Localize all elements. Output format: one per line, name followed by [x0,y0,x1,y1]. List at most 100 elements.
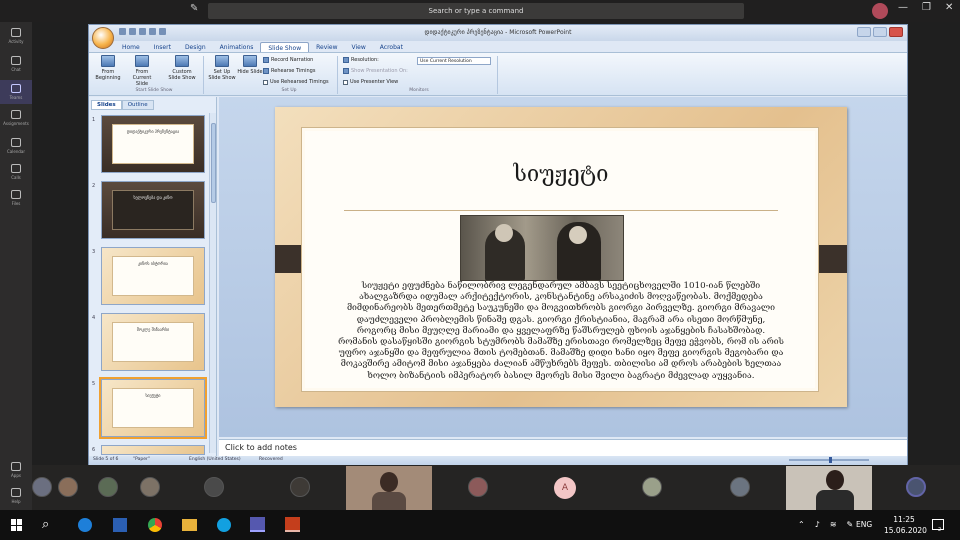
edge-icon[interactable] [78,518,92,532]
word-icon[interactable] [113,518,127,532]
thumbnail-title: კინოს ისტორია [112,256,194,296]
tab-outline[interactable]: Outline [121,100,154,110]
participant-video[interactable] [786,466,872,510]
help-icon [11,488,21,497]
rail-item-teams[interactable]: Teams [0,80,32,104]
pane-scrollbar[interactable] [209,113,216,453]
slide-number: 4 [92,315,96,321]
rail-item-calendar[interactable]: Calendar [0,138,32,154]
open-icon[interactable] [149,28,156,35]
slide-thumbnail[interactable]: მოკლე შინაარსი [101,313,205,371]
rail-item-calls[interactable]: Calls [0,164,32,180]
notes-pane[interactable]: Click to add notes [219,439,907,456]
volume-icon[interactable]: ♪ [815,520,820,529]
clock[interactable]: 11:25 15.06.2020 [884,514,927,536]
slide-number: 3 [92,249,96,255]
slide-thumbnail[interactable] [101,445,205,455]
rail-item-activity[interactable]: Activity [0,28,32,44]
participant-avatar[interactable] [730,477,750,497]
slideshow-icon [101,55,115,67]
ppt-minimize-icon[interactable] [857,27,871,37]
slide-thumbnail[interactable]: კინოს ისტორია [101,247,205,305]
screen: ✎ Search or type a command — ❐ ✕ Activit… [0,0,960,540]
film-still-image[interactable] [460,215,624,281]
group-label-setup: Set Up [281,88,297,93]
windows-start-icon[interactable] [11,519,23,531]
slide-thumbnail[interactable]: ხელოვნება და კინო [101,181,205,239]
zoom-slider-thumb[interactable] [829,457,832,463]
minimize-icon[interactable]: — [898,2,908,13]
file-explorer-icon[interactable] [182,519,197,531]
video-person-head [380,472,398,492]
status-slide-count: Slide 5 of 6 [93,457,119,462]
participant-avatar[interactable] [140,477,160,497]
participant-video[interactable] [346,466,432,510]
group-label-start: Start Slide Show [135,88,173,93]
scrollbar-thumb[interactable] [211,123,216,203]
redo-icon[interactable] [139,28,146,35]
slide-thumbnail[interactable]: დიდაქტიკური პრეზენტაცია [101,115,205,173]
current-slide[interactable]: სიუჟეტი სიუჟეტი ეფუძნება ნაწილობრივ ლეგე… [275,107,847,407]
teams-taskbar-icon[interactable] [250,517,265,532]
compose-icon[interactable]: ✎ [190,3,198,14]
slide-title[interactable]: სიუჟეტი [302,162,820,187]
user-avatar[interactable] [872,3,888,19]
video-person-head [826,470,844,490]
hide-slide-button[interactable]: Hide Slide [235,55,265,75]
from-current-slide-button[interactable]: From Current Slide [127,55,157,87]
rehearse-timings-button[interactable]: Rehearse Timings [263,68,315,74]
set-up-slide-show-button[interactable]: Set Up Slide Show [207,55,237,81]
group-label-monitors: Monitors [409,88,429,93]
record-narration-button[interactable]: Record Narration [263,57,313,63]
participant-avatar[interactable] [642,477,662,497]
from-beginning-button[interactable]: From Beginning [93,55,123,81]
chrome-icon[interactable] [148,518,162,532]
ppt-window-controls [857,27,903,37]
chevron-up-icon[interactable]: ⌃ [798,520,805,529]
powerpoint-taskbar-icon[interactable] [285,517,300,532]
input-language[interactable]: ENG [856,520,872,529]
ppt-close-icon[interactable] [889,27,903,37]
participant-avatar[interactable] [98,477,118,497]
group-separator [203,56,204,94]
rail-item-help[interactable]: Help [0,488,32,504]
office-button[interactable] [92,27,114,49]
status-theme: "Paper" [133,457,150,462]
close-icon[interactable]: ✕ [945,2,953,13]
participant-avatar[interactable] [32,477,52,497]
pen-icon[interactable]: ✎ [847,520,854,529]
video-person-body [816,490,854,510]
tab-slides[interactable]: Slides [91,100,122,110]
search-icon[interactable]: ⌕ [42,517,58,533]
presenter-view-checkbox[interactable]: Use Presenter View [343,79,398,85]
rail-item-assignments[interactable]: Assignments [0,110,32,126]
wifi-icon[interactable]: ≋ [830,520,837,529]
print-icon[interactable] [159,28,166,35]
participant-avatar[interactable] [290,477,310,497]
participant-avatar[interactable] [204,477,224,497]
participant-initial-avatar[interactable]: A [554,477,576,499]
undo-icon[interactable] [129,28,136,35]
rail-item-files[interactable]: Files [0,190,32,206]
participant-avatar[interactable] [58,477,78,497]
slide-thumbnail-selected[interactable]: სიუჟეტი [99,377,207,439]
resolution-select[interactable]: Use Current Resolution [417,57,491,65]
use-rehearsed-timings-checkbox[interactable]: Use Rehearsed Timings [263,79,329,85]
slide-body-text[interactable]: სიუჟეტი ეფუძნება ნაწილობრივ ლეგენდარულ ა… [338,281,784,382]
custom-slide-show-button[interactable]: Custom Slide Show [167,55,197,81]
slides-pane: Slides Outline 1 დიდაქტიკური პრეზენტაცია… [89,97,217,456]
maximize-icon[interactable]: ❐ [922,2,931,13]
participant-avatar-speaking[interactable] [906,477,926,497]
rail-item-chat[interactable]: Chat [0,56,32,72]
show-presentation-on-label: Show Presentation On: [343,68,408,74]
rail-item-apps[interactable]: Apps [0,462,32,478]
notification-count: 2 [938,527,942,533]
save-icon[interactable] [119,28,126,35]
slide-number: 2 [92,183,96,189]
teams-title-bar: ✎ Search or type a command — ❐ ✕ [0,0,960,22]
skype-icon[interactable] [217,518,231,532]
search-input[interactable]: Search or type a command [208,3,744,19]
thumbnail-title: მოკლე შინაარსი [112,322,194,362]
ppt-maximize-icon[interactable] [873,27,887,37]
participant-avatar[interactable] [468,477,488,497]
